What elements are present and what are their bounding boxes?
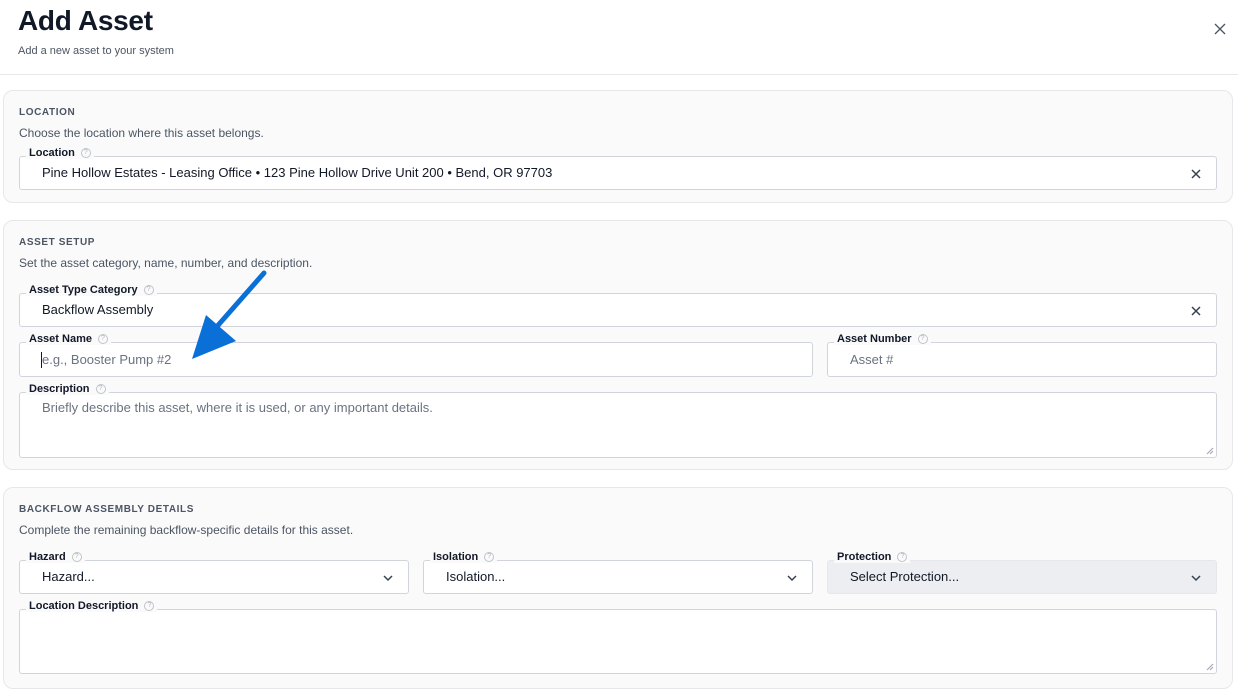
isolation-value: Isolation... xyxy=(446,569,506,584)
field-label: Asset Type Category ? xyxy=(26,284,157,296)
section-description: Complete the remaining backflow-specific… xyxy=(19,523,354,537)
help-icon[interactable]: ? xyxy=(80,148,91,158)
clear-icon[interactable] xyxy=(1190,305,1202,317)
help-icon[interactable]: ? xyxy=(143,285,154,295)
field-label: Asset Number ? xyxy=(834,333,931,345)
isolation-select[interactable]: Isolation ? Isolation... xyxy=(423,551,813,594)
field-label: Location Description ? xyxy=(26,600,158,612)
section-description: Set the asset category, name, number, an… xyxy=(19,256,313,270)
backflow-details-section: BACKFLOW ASSEMBLY DETAILS Complete the r… xyxy=(3,487,1233,689)
asset-number-input[interactable]: Asset Number ? Asset # xyxy=(827,333,1217,377)
asset-name-input[interactable]: Asset Name ? e.g., Booster Pump #2 xyxy=(19,333,813,377)
modal-header: Add Asset Add a new asset to your system xyxy=(0,0,1238,75)
protection-value: Select Protection... xyxy=(850,569,960,584)
location-section: LOCATION Choose the location where this … xyxy=(3,90,1233,203)
page-title: Add Asset xyxy=(18,5,153,36)
section-description: Choose the location where this asset bel… xyxy=(19,126,264,140)
section-heading: LOCATION xyxy=(19,107,76,118)
hazard-select[interactable]: Hazard ? Hazard... xyxy=(19,551,409,594)
field-label: Protection ? xyxy=(834,551,911,563)
help-icon[interactable]: ? xyxy=(97,334,108,344)
protection-select[interactable]: Protection ? Select Protection... xyxy=(827,551,1217,594)
asset-number-placeholder: Asset # xyxy=(850,352,894,367)
hazard-value: Hazard... xyxy=(42,569,95,584)
chevron-down-icon[interactable] xyxy=(382,572,394,584)
field-label: Hazard ? xyxy=(26,551,85,563)
asset-name-placeholder: e.g., Booster Pump #2 xyxy=(42,352,172,367)
close-icon[interactable] xyxy=(1212,21,1228,37)
clear-icon[interactable] xyxy=(1190,168,1202,180)
field-label: Description ? xyxy=(26,383,109,395)
section-heading: BACKFLOW ASSEMBLY DETAILS xyxy=(19,504,195,515)
field-label: Location ? xyxy=(26,147,94,159)
location-select[interactable]: Location ? Pine Hollow Estates - Leasing… xyxy=(19,147,1217,190)
section-heading: ASSET SETUP xyxy=(19,237,96,248)
chevron-down-icon[interactable] xyxy=(786,572,798,584)
chevron-down-icon[interactable] xyxy=(1190,572,1202,584)
field-label: Isolation ? xyxy=(430,551,498,563)
location-description-textarea[interactable]: Location Description ? xyxy=(19,600,1217,674)
description-textarea[interactable]: Description ? Briefly describe this asse… xyxy=(19,383,1217,458)
page-subtitle: Add a new asset to your system xyxy=(18,45,174,57)
description-placeholder: Briefly describe this asset, where it is… xyxy=(42,400,433,415)
help-icon[interactable]: ? xyxy=(484,552,495,562)
asset-setup-section: ASSET SETUP Set the asset category, name… xyxy=(3,220,1233,470)
asset-type-category-select[interactable]: Asset Type Category ? Backflow Assembly xyxy=(19,284,1217,327)
help-icon[interactable]: ? xyxy=(144,601,155,611)
resize-handle-icon[interactable] xyxy=(1206,447,1214,455)
help-icon[interactable]: ? xyxy=(71,552,82,562)
field-label: Asset Name ? xyxy=(26,333,111,345)
category-value: Backflow Assembly xyxy=(42,302,154,317)
resize-handle-icon[interactable] xyxy=(1206,663,1214,671)
help-icon[interactable]: ? xyxy=(95,384,106,394)
help-icon[interactable]: ? xyxy=(897,552,908,562)
help-icon[interactable]: ? xyxy=(917,334,928,344)
location-value: Pine Hollow Estates - Leasing Office • 1… xyxy=(42,165,553,180)
